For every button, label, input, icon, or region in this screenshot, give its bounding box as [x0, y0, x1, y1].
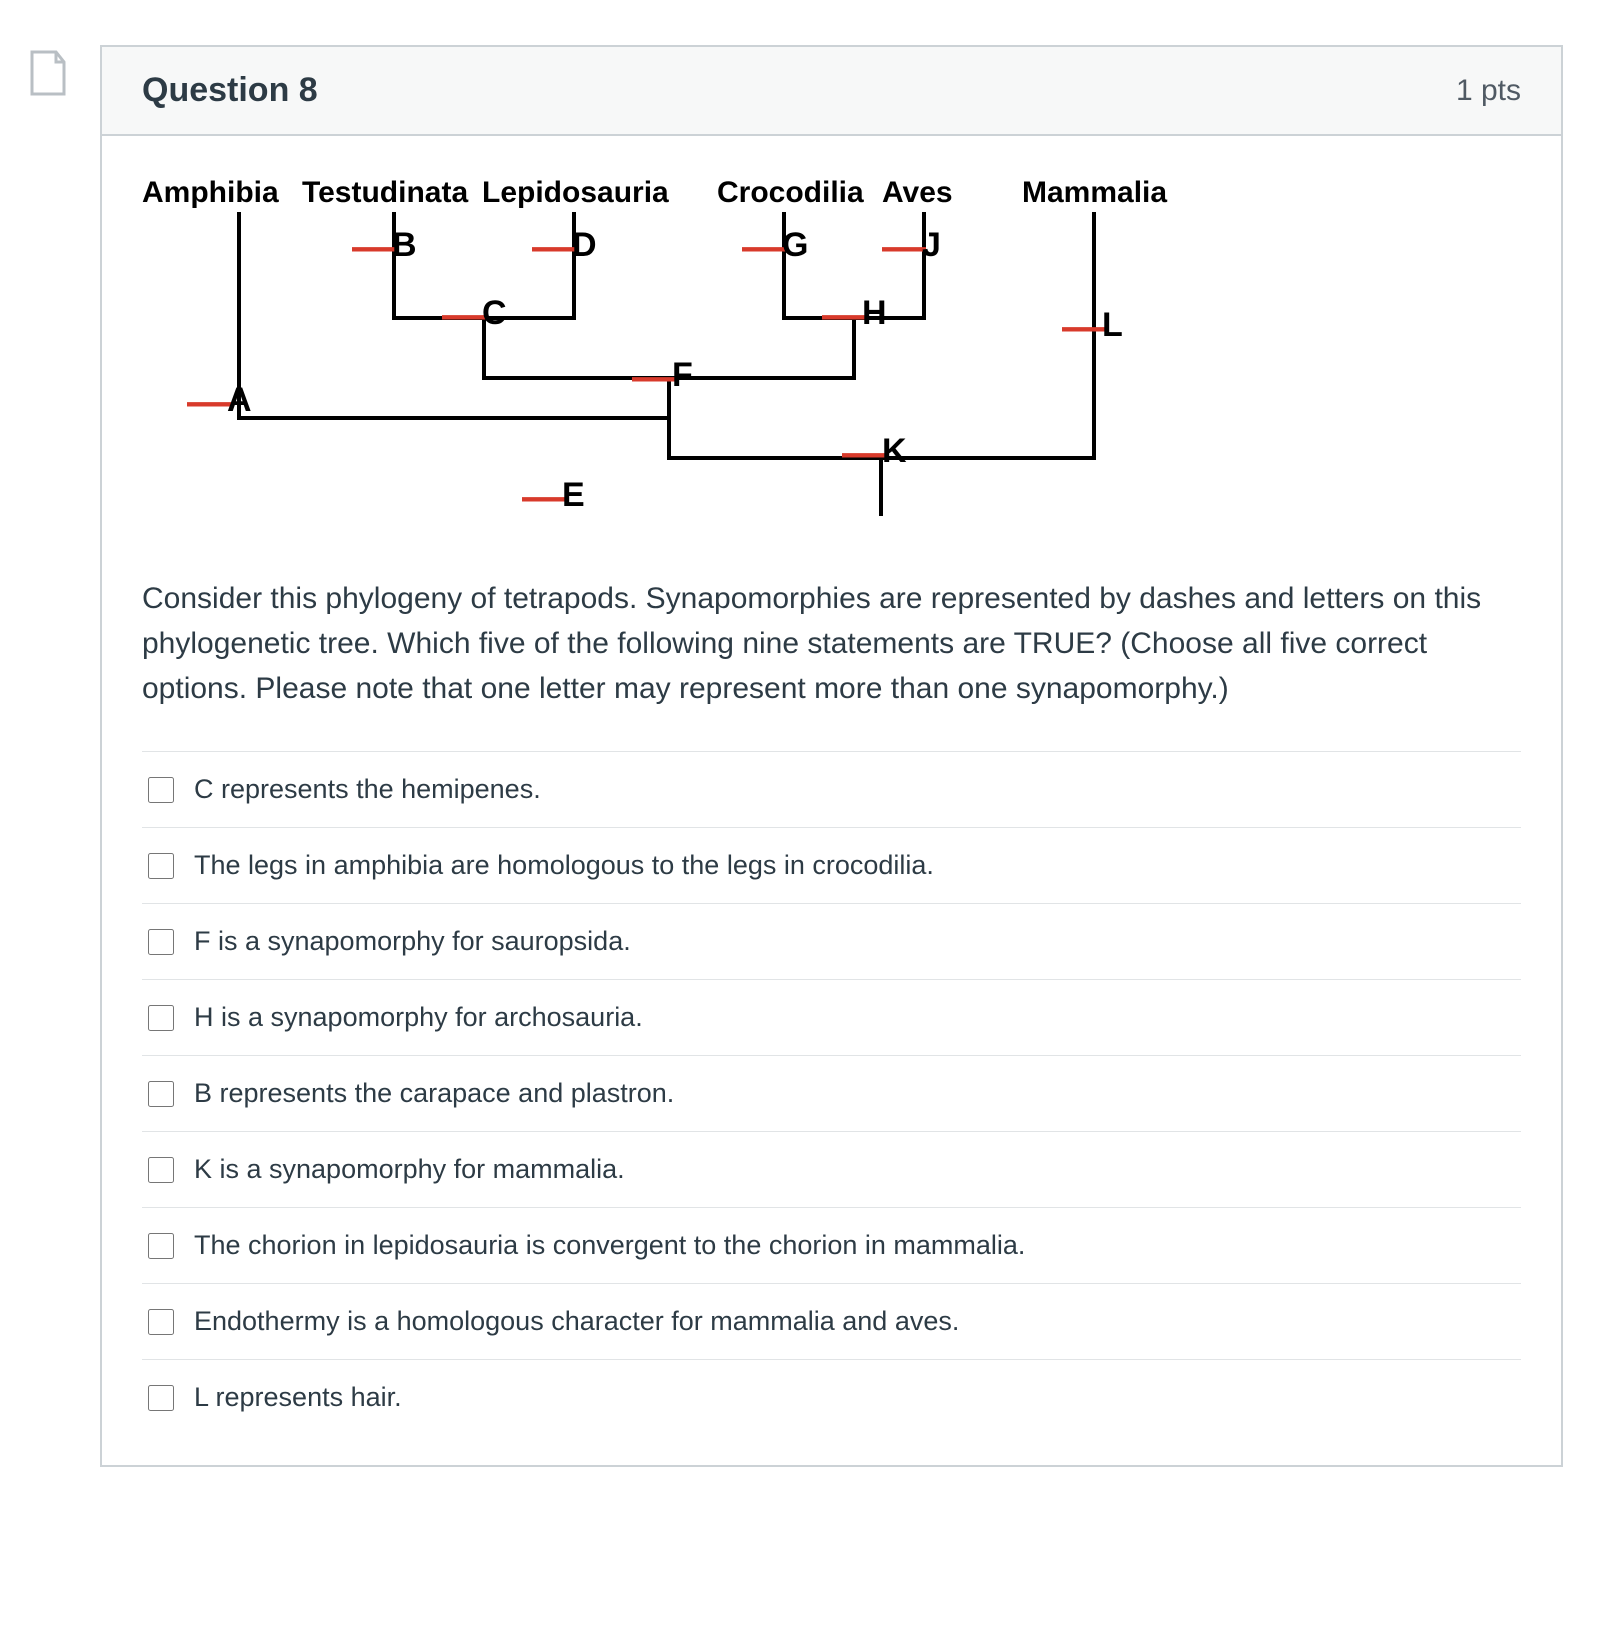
taxon-aves: Aves: [882, 176, 953, 210]
answer-checkbox[interactable]: [148, 777, 174, 803]
answer-checkbox[interactable]: [148, 1081, 174, 1107]
mark-B: —B: [352, 226, 417, 265]
answer-text: F is a synapomorphy for sauropsida.: [194, 926, 631, 957]
answer-option[interactable]: B represents the carapace and plastron.: [142, 1055, 1521, 1131]
answer-text: Endothermy is a homologous character for…: [194, 1306, 959, 1337]
taxon-amphibia: Amphibia: [142, 176, 279, 210]
answer-checkbox[interactable]: [148, 1233, 174, 1259]
mark-K: —K: [842, 432, 907, 471]
mark-J: —J: [882, 226, 941, 265]
phylogeny-diagram: Amphibia Testudinata Lepidosauria Crocod…: [142, 176, 1262, 546]
answer-checkbox[interactable]: [148, 1157, 174, 1183]
mark-H: —H: [822, 294, 887, 333]
question-card: Question 8 1 pts Amphibia Testudinata Le…: [100, 45, 1563, 1467]
question-points: 1 pts: [1456, 74, 1521, 108]
answer-checkbox[interactable]: [148, 1385, 174, 1411]
taxon-crocodilia: Crocodilia: [717, 176, 864, 210]
question-prompt: Consider this phylogeny of tetrapods. Sy…: [142, 576, 1521, 711]
answer-option[interactable]: The legs in amphibia are homologous to t…: [142, 827, 1521, 903]
answer-option[interactable]: The chorion in lepidosauria is convergen…: [142, 1207, 1521, 1283]
question-header: Question 8 1 pts: [102, 47, 1561, 136]
mark-G: —G: [742, 226, 808, 265]
taxon-testudinata: Testudinata: [302, 176, 468, 210]
mark-A: —A: [187, 381, 252, 420]
answer-text: The legs in amphibia are homologous to t…: [194, 850, 934, 881]
mark-C: —C: [442, 294, 507, 333]
answer-text: K is a synapomorphy for mammalia.: [194, 1154, 625, 1185]
answer-checkbox[interactable]: [148, 853, 174, 879]
question-body: Amphibia Testudinata Lepidosauria Crocod…: [102, 136, 1561, 1465]
answer-text: L represents hair.: [194, 1382, 402, 1413]
taxon-mammalia: Mammalia: [1022, 176, 1167, 210]
answer-option[interactable]: Endothermy is a homologous character for…: [142, 1283, 1521, 1359]
answer-text: C represents the hemipenes.: [194, 774, 541, 805]
mark-F: —F: [632, 356, 693, 395]
page-flag-icon: [26, 48, 68, 98]
answer-text: B represents the carapace and plastron.: [194, 1078, 674, 1109]
mark-E: —E: [522, 476, 585, 515]
answer-checkbox[interactable]: [148, 1309, 174, 1335]
question-title: Question 8: [142, 71, 318, 110]
answer-option[interactable]: K is a synapomorphy for mammalia.: [142, 1131, 1521, 1207]
answer-option[interactable]: C represents the hemipenes.: [142, 751, 1521, 827]
answer-option[interactable]: F is a synapomorphy for sauropsida.: [142, 903, 1521, 979]
mark-L: —L: [1062, 306, 1123, 345]
answer-checkbox[interactable]: [148, 929, 174, 955]
answer-option[interactable]: L represents hair.: [142, 1359, 1521, 1435]
answer-option[interactable]: H is a synapomorphy for archosauria.: [142, 979, 1521, 1055]
answer-text: H is a synapomorphy for archosauria.: [194, 1002, 643, 1033]
taxon-lepidosauria: Lepidosauria: [482, 176, 669, 210]
answer-checkbox[interactable]: [148, 1005, 174, 1031]
mark-D: —D: [532, 226, 597, 265]
answer-text: The chorion in lepidosauria is convergen…: [194, 1230, 1025, 1261]
